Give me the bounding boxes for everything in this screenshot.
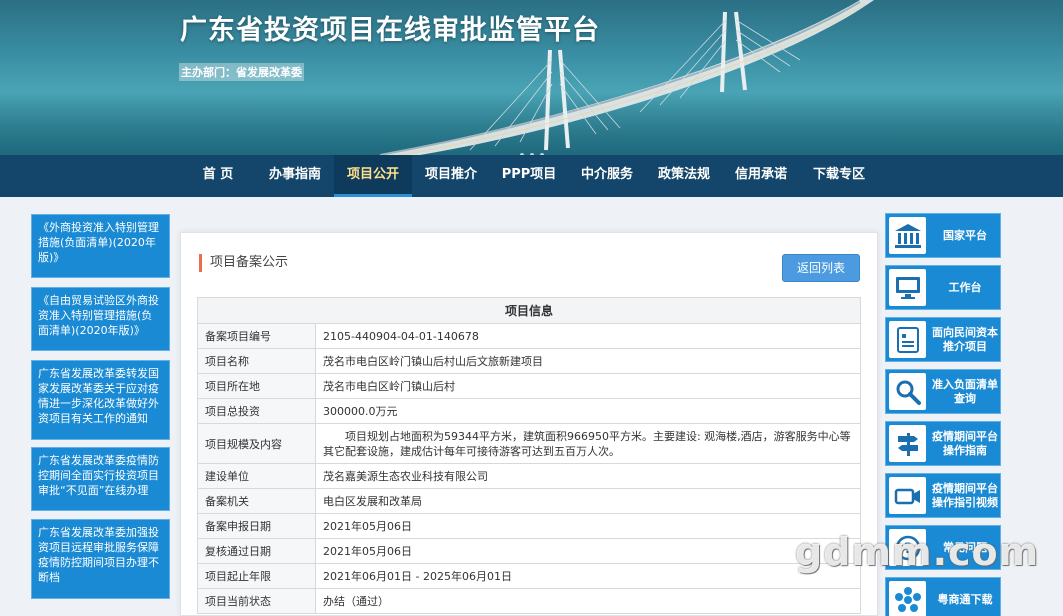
row-label: 建设单位 (197, 463, 316, 489)
table-row: 备案项目编号 2105-440904-04-01-140678 (197, 323, 861, 349)
row-value: 300000.0万元 (315, 398, 861, 424)
row-label: 项目总投资 (197, 398, 316, 424)
nav-item-guide[interactable]: 办事指南 (262, 155, 328, 197)
row-label: 备案机关 (197, 488, 316, 514)
row-label: 项目当前状态 (197, 588, 316, 614)
row-value: 2105-440904-04-01-140678 (315, 323, 861, 349)
nav-item-project-promotion[interactable]: 项目推介 (418, 155, 484, 197)
quick-link-covid-video[interactable]: 疫情期间平台操作指引视频 (885, 473, 1001, 518)
quick-link-label: 国家平台 (943, 228, 987, 242)
header-banner: 广东省投资项目在线审批监管平台 主办部门：省发展改革委 (0, 0, 1063, 155)
row-value: 茂名市电白区岭门镇山后村山后文旅新建项目 (315, 348, 861, 374)
table-row: 项目当前状态 办结（通过） (197, 588, 861, 614)
table-row: 备案机关 电白区发展和改革局 (197, 488, 861, 514)
site-title: 广东省投资项目在线审批监管平台 (180, 15, 600, 46)
nav-item-home[interactable]: 首 页 (190, 155, 246, 197)
row-value: 2021年05月06日 (315, 538, 861, 564)
row-label: 项目名称 (197, 348, 316, 374)
quick-link-label: 疫情期间平台操作指南 (932, 429, 998, 457)
quick-link-label: 准入负面清单查询 (932, 377, 998, 405)
row-value: 项目规划占地面积为59344平方米，建筑面积966950平方米。主要建设: 观海… (315, 423, 861, 464)
quick-link-private-capital[interactable]: 面向民间资本推介项目 (885, 317, 1001, 362)
document-chart-icon (889, 321, 926, 358)
quick-link-workbench[interactable]: 工作台 (885, 265, 1001, 310)
row-value: 茂名市电白区岭门镇山后村 (315, 373, 861, 399)
row-label: 备案项目编号 (197, 323, 316, 349)
table-row: 项目名称 茂名市电白区岭门镇山后村山后文旅新建项目 (197, 348, 861, 374)
table-row: 项目规模及内容 项目规划占地面积为59344平方米，建筑面积966950平方米。… (197, 423, 861, 464)
row-value: 电白区发展和改革局 (315, 488, 861, 514)
quick-link-label: 粤商通下载 (937, 592, 993, 606)
quick-link-negative-list-query[interactable]: 准入负面清单查询 (885, 369, 1001, 414)
back-to-list-button[interactable]: 返回列表 (782, 254, 860, 282)
left-link-online-approval[interactable]: 广东省发展改革委疫情防控期间全面实行投资项目审批“不见面”在线办理 (31, 447, 170, 511)
building-icon (889, 217, 926, 254)
left-link-covid-reform-notice[interactable]: 广东省发展改革委转发国家发展改革委关于应对疫情进一步深化改革做好外资项目有关工作… (31, 360, 170, 440)
main-nav: 首 页 办事指南 项目公开 项目推介 PPP项目 中介服务 政策法规 信用承诺 … (0, 155, 1063, 197)
nav-item-project-public[interactable]: 项目公开 (334, 155, 412, 197)
table-row: 建设单位 茂名嘉美源生态农业科技有限公司 (197, 463, 861, 489)
nav-item-policy[interactable]: 政策法规 (651, 155, 717, 197)
row-label: 项目所在地 (197, 373, 316, 399)
app-logo-icon (889, 581, 926, 616)
magnifier-icon (889, 373, 926, 410)
left-link-ftz-negative-list[interactable]: 《自由贸易试验区外商投资准入特别管理措施(负面清单)(2020年版)》 (31, 287, 170, 351)
nav-item-credit[interactable]: 信用承诺 (728, 155, 794, 197)
monitor-icon (889, 269, 926, 306)
video-camera-icon (889, 477, 926, 514)
quick-link-label: 疫情期间平台操作指引视频 (932, 481, 998, 509)
left-link-remote-approval[interactable]: 广东省发展改革委加强投资项目远程审批服务保障 疫情防控期间项目办理不断档 (31, 519, 170, 599)
row-label: 项目规模及内容 (197, 423, 316, 464)
table-row: 项目总投资 300000.0万元 (197, 398, 861, 424)
left-link-negative-list-2020[interactable]: 《外商投资准入特别管理措施(负面清单)(2020年版)》 (31, 214, 170, 278)
panel-title: 项目备案公示 (199, 254, 288, 272)
nav-item-download[interactable]: 下载专区 (806, 155, 872, 197)
row-label: 复核通过日期 (197, 538, 316, 564)
row-value: 茂名嘉美源生态农业科技有限公司 (315, 463, 861, 489)
table-row: 备案申报日期 2021年05月06日 (197, 513, 861, 539)
table-row: 项目起止年限 2021年06月01日 - 2025年06月01日 (197, 563, 861, 589)
quick-link-national-platform[interactable]: 国家平台 (885, 213, 1001, 258)
table-header: 项目信息 (197, 297, 861, 324)
quick-link-yueshangtong-download[interactable]: 粤商通下载 (885, 577, 1001, 616)
table-header-row: 项目信息 (197, 297, 861, 324)
sponsor-text: 主办部门：省发展改革委 (179, 63, 304, 81)
nav-item-ppp[interactable]: PPP项目 (494, 155, 564, 197)
row-label: 项目起止年限 (197, 563, 316, 589)
row-value: 办结（通过） (315, 588, 861, 614)
row-value: 2021年05月06日 (315, 513, 861, 539)
table-row: 项目所在地 茂名市电白区岭门镇山后村 (197, 373, 861, 399)
quick-link-label: 面向民间资本推介项目 (932, 325, 998, 353)
row-label: 备案申报日期 (197, 513, 316, 539)
table-row: 复核通过日期 2021年05月06日 (197, 538, 861, 564)
project-info-table: 项目信息 备案项目编号 2105-440904-04-01-140678 项目名… (197, 297, 861, 614)
nav-item-agency[interactable]: 中介服务 (574, 155, 640, 197)
quick-link-covid-guide[interactable]: 疫情期间平台操作指南 (885, 421, 1001, 466)
watermark: gdmm.com (795, 530, 1040, 574)
quick-link-label: 工作台 (948, 280, 982, 294)
project-detail-panel: 项目备案公示 返回列表 项目信息 备案项目编号 2105-440904-04-0… (180, 232, 878, 616)
signpost-icon (889, 425, 926, 462)
row-value: 2021年06月01日 - 2025年06月01日 (315, 563, 861, 589)
